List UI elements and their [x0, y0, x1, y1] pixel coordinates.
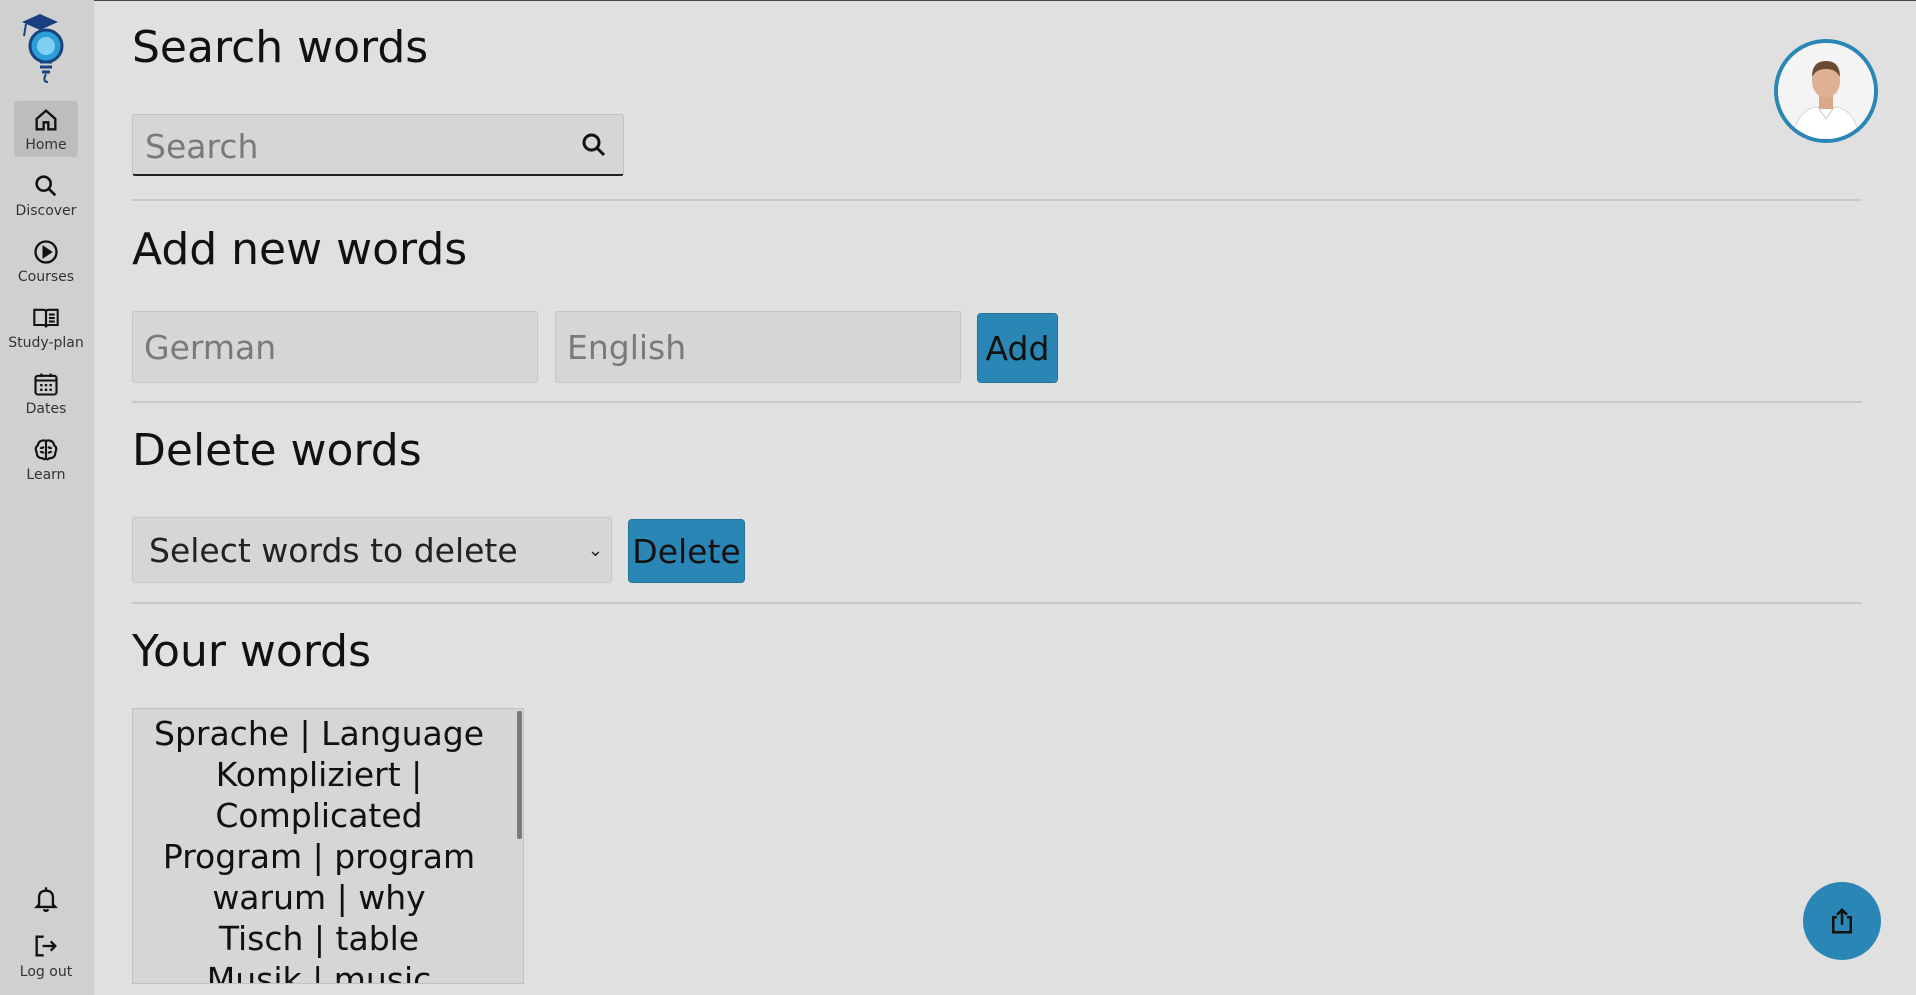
- share-button[interactable]: [1803, 882, 1881, 960]
- sidebar-item-study-plan[interactable]: Study-plan: [8, 299, 84, 355]
- brain-icon: [34, 439, 58, 461]
- play-circle-icon: [34, 240, 58, 264]
- logout-label: Log out: [19, 964, 73, 980]
- search-field[interactable]: [132, 114, 624, 176]
- sidebar-item-label: Courses: [17, 269, 75, 285]
- list-item: Program | program: [162, 837, 476, 876]
- search-icon[interactable]: [579, 130, 609, 160]
- list-item: Complicated: [215, 796, 423, 835]
- sidebar-item-label: Discover: [15, 203, 77, 219]
- sidebar-item-label: Home: [25, 137, 67, 153]
- section-divider: [132, 602, 1862, 604]
- calendar-icon: [34, 373, 58, 396]
- book-icon: [33, 308, 59, 328]
- avatar[interactable]: [1774, 39, 1878, 143]
- english-field[interactable]: [555, 311, 961, 383]
- sidebar-item-dates[interactable]: Dates: [14, 365, 78, 421]
- scrollbar[interactable]: [517, 711, 522, 839]
- list-item: Tisch | table: [218, 919, 420, 958]
- add-button[interactable]: Add: [977, 313, 1058, 383]
- app-logo[interactable]: [18, 12, 74, 84]
- sidebar-item-discover[interactable]: Discover: [14, 167, 78, 223]
- sidebar-item-learn[interactable]: Learn: [14, 431, 78, 487]
- section-divider: [132, 199, 1862, 201]
- delete-words-heading: Delete words: [132, 425, 422, 476]
- delete-words-select[interactable]: Select words to delete ⌄: [132, 517, 612, 583]
- your-words-heading: Your words: [132, 626, 371, 677]
- sidebar-item-label: Learn: [26, 467, 66, 483]
- chevron-down-icon: ⌄: [587, 540, 603, 561]
- bell-icon[interactable]: [32, 885, 60, 915]
- words-list[interactable]: Sprache | Language Kompliziert | Complic…: [132, 708, 524, 984]
- select-value: Select words to delete: [149, 531, 518, 570]
- german-field[interactable]: [132, 311, 538, 383]
- sidebar-item-courses[interactable]: Courses: [14, 233, 78, 289]
- section-divider: [132, 401, 1862, 403]
- logout-button[interactable]: Log out: [14, 928, 78, 986]
- search-input[interactable]: [143, 123, 567, 169]
- logout-icon: [35, 935, 57, 957]
- share-icon: [1832, 907, 1852, 934]
- sidebar: Home Discover Courses Study-plan Dates L…: [0, 0, 94, 995]
- search-icon: [35, 175, 57, 197]
- list-item: Kompliziert |: [215, 755, 423, 794]
- sidebar-item-label: Study-plan: [8, 335, 84, 351]
- sidebar-item-label: Dates: [25, 401, 67, 417]
- list-item: Musik | music: [206, 960, 432, 984]
- list-item: Sprache | Language: [154, 714, 484, 753]
- add-words-heading: Add new words: [132, 224, 468, 275]
- list-item: warum | why: [212, 878, 426, 917]
- top-border: [0, 0, 1916, 1]
- search-words-heading: Search words: [132, 22, 429, 73]
- home-icon: [35, 109, 57, 131]
- sidebar-item-home[interactable]: Home: [14, 101, 78, 157]
- delete-button[interactable]: Delete: [628, 519, 745, 583]
